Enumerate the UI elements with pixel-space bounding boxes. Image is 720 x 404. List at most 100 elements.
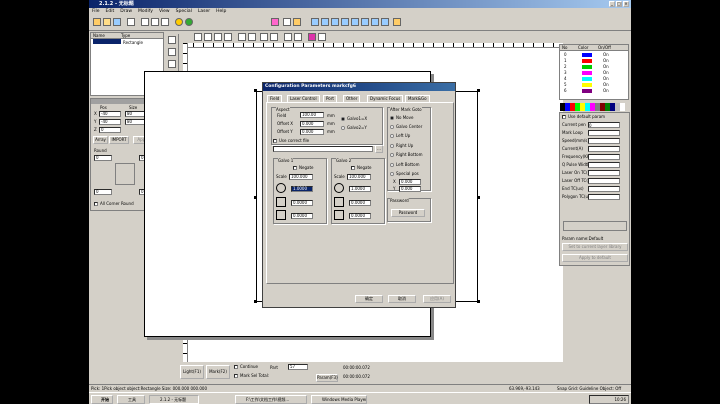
zoom-fit-icon[interactable]	[371, 18, 379, 26]
param-input[interactable]	[588, 138, 620, 144]
menu-draw[interactable]: Draw	[117, 8, 135, 15]
maximize-button[interactable]: □	[616, 1, 622, 7]
handle-l[interactable]	[254, 196, 257, 199]
task-folder[interactable]: F:\工作\文档工作\视频...	[235, 395, 307, 404]
node-edit-icon[interactable]	[271, 18, 279, 26]
mark-button[interactable]: Mark(F2)	[206, 365, 230, 379]
handle-bl[interactable]	[254, 300, 257, 303]
handle-tl[interactable]	[254, 89, 257, 92]
special-y-input[interactable]: 0.000	[399, 186, 421, 192]
ok-button[interactable]: 确定	[355, 295, 383, 303]
align-top-icon[interactable]	[214, 33, 222, 41]
galvo2-scale-input[interactable]: 100.000	[347, 174, 371, 180]
stop-icon[interactable]	[393, 18, 401, 26]
color-icon[interactable]	[308, 33, 316, 41]
grid-icon[interactable]	[283, 18, 291, 26]
task-media-player[interactable]: Windows Media Player	[311, 395, 367, 404]
continue-checkbox[interactable]	[234, 365, 238, 369]
all-corner-checkbox[interactable]	[94, 202, 98, 206]
align-left-icon[interactable]	[194, 33, 202, 41]
goto-right-bottom-radio[interactable]	[390, 153, 394, 157]
task-app[interactable]: 2.1.2 - 无标题	[149, 395, 199, 404]
offset-y-input[interactable]: 0.000	[300, 129, 324, 135]
galvo1-negate-checkbox[interactable]	[293, 166, 297, 170]
galvo1-scale-input[interactable]: 100.000	[289, 174, 313, 180]
part-input[interactable]: 57	[288, 364, 308, 370]
galvo2-trapezoid-input[interactable]: 0.0000	[349, 213, 371, 219]
menu-view[interactable]: View	[156, 8, 173, 15]
zoom-all-icon[interactable]	[341, 18, 349, 26]
goto-special-radio[interactable]	[390, 172, 394, 176]
y-pos-field[interactable]: -40	[99, 119, 121, 125]
set-layer-library-button[interactable]: Set to current layer library	[562, 243, 628, 251]
galvo2-barrel-input[interactable]: 1.0000	[349, 186, 371, 192]
x-pos-field[interactable]: -40	[99, 111, 121, 117]
galvo2-parallel-input[interactable]: 0.0000	[349, 200, 371, 206]
align-right-icon[interactable]	[204, 33, 212, 41]
param-input[interactable]	[588, 162, 620, 168]
pan-icon[interactable]	[381, 18, 389, 26]
goto-right-up-radio[interactable]	[390, 144, 394, 148]
mirror-v-icon[interactable]	[294, 33, 302, 41]
apply-button[interactable]: 应用(A)	[423, 295, 451, 303]
minimize-button[interactable]: _	[609, 1, 615, 7]
handle-br[interactable]	[477, 300, 480, 303]
menu-laser[interactable]: Laser	[195, 8, 213, 15]
redo-icon[interactable]	[185, 18, 193, 26]
apply-default-button[interactable]: Apply to default	[562, 254, 628, 262]
galvo1-barrel-input[interactable]: 1.0000	[291, 186, 313, 192]
zoom-page-icon[interactable]	[361, 18, 369, 26]
param-input[interactable]	[588, 146, 620, 152]
offset-x-input[interactable]: 0.000	[300, 121, 324, 127]
layer-row[interactable]: 6 On	[561, 88, 625, 94]
mark-sel-checkbox[interactable]	[234, 374, 238, 378]
menu-edit[interactable]: Edit	[103, 8, 118, 15]
param-input[interactable]	[588, 170, 620, 176]
pen-icon[interactable]	[168, 60, 176, 68]
correct-file-input[interactable]	[273, 146, 373, 152]
zoom-out-icon[interactable]	[321, 18, 329, 26]
goto-left-up-radio[interactable]	[390, 134, 394, 138]
password-button[interactable]: Password	[391, 209, 425, 217]
param-input[interactable]	[588, 194, 620, 200]
align-bottom-icon[interactable]	[224, 33, 232, 41]
param-button[interactable]: Param(F3)	[316, 374, 338, 382]
browse-button[interactable]: ...	[375, 145, 383, 153]
field-size-input[interactable]: 100.00	[300, 112, 324, 118]
light-button[interactable]: Light(F1)	[180, 365, 204, 379]
save-icon[interactable]	[113, 18, 121, 26]
param-input[interactable]: 0	[588, 122, 620, 128]
start-button[interactable]: 开始	[91, 395, 113, 404]
goto-galvo-center-radio[interactable]	[390, 125, 394, 129]
zoom-select-icon[interactable]	[351, 18, 359, 26]
node-select-icon[interactable]	[168, 48, 176, 56]
tab-port[interactable]: Port	[323, 95, 337, 102]
palette-swatch[interactable]	[620, 103, 625, 111]
param-input[interactable]	[588, 186, 620, 192]
array-button[interactable]: Array	[93, 136, 108, 144]
param-input[interactable]	[588, 130, 620, 136]
galvo1-parallel-input[interactable]: 0.0000	[291, 200, 313, 206]
open-icon[interactable]	[103, 18, 111, 26]
tab-mark-go[interactable]: Mark&Go	[405, 95, 430, 102]
paste-icon[interactable]	[161, 18, 169, 26]
import-button[interactable]: IMPORT	[109, 136, 129, 144]
z-pos-field[interactable]: 0	[99, 127, 121, 133]
param-input[interactable]	[588, 154, 620, 160]
copy-icon[interactable]	[151, 18, 159, 26]
unlock-icon[interactable]	[270, 33, 278, 41]
handle-r[interactable]	[477, 196, 480, 199]
zoom-window-icon[interactable]	[331, 18, 339, 26]
menu-special[interactable]: Special	[173, 8, 195, 15]
task-tools[interactable]: 工具	[117, 395, 145, 404]
round-top-left[interactable]: 0	[94, 155, 112, 161]
cancel-button[interactable]: 取消	[388, 295, 416, 303]
undo-icon[interactable]	[175, 18, 183, 26]
select-arrow-icon[interactable]	[168, 36, 176, 44]
table-row[interactable]: Rectangle	[91, 39, 163, 45]
ungroup-icon[interactable]	[248, 33, 256, 41]
tab-laser-control[interactable]: Laser Control	[287, 95, 320, 102]
tab-other[interactable]: Other	[343, 95, 361, 102]
cut-icon[interactable]	[141, 18, 149, 26]
galvo-y-radio[interactable]	[341, 126, 345, 130]
